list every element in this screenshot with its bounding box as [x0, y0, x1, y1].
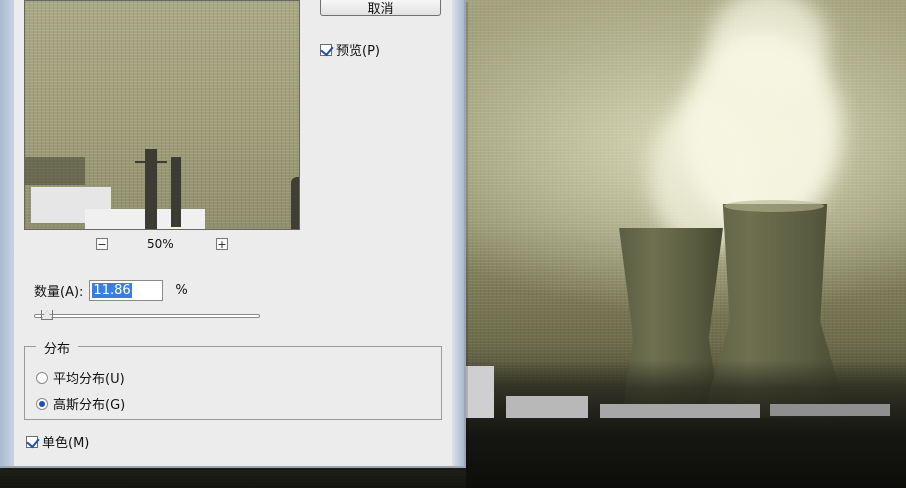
- amount-value: 11.86: [92, 283, 132, 298]
- radio-gaussian[interactable]: [36, 397, 48, 410]
- plus-icon: +: [216, 237, 228, 251]
- add-noise-dialog: − 50% + 取消 预览(P) 数量(A): 11.86 % 分布 平均分布(…: [0, 0, 466, 468]
- preview-building: [25, 157, 85, 185]
- radio-label: 平均分布(U): [53, 372, 125, 387]
- radio-label: 高斯分布(G): [53, 398, 126, 413]
- factory-building: [466, 366, 494, 418]
- industrial-foreground: [466, 360, 906, 488]
- monochrome-checkbox-row[interactable]: 单色(M): [26, 432, 89, 451]
- factory-building: [506, 396, 588, 418]
- preview-pylon: [171, 157, 181, 227]
- monochrome-checkbox[interactable]: [26, 434, 40, 448]
- preview-checkbox[interactable]: [320, 42, 334, 56]
- window-frame-right: [452, 0, 464, 466]
- amount-slider[interactable]: [34, 310, 260, 320]
- factory-building: [600, 404, 760, 418]
- preview-pylon: [135, 149, 167, 229]
- preview-checkbox-row[interactable]: 预览(P): [320, 40, 380, 59]
- minus-icon: −: [96, 237, 108, 251]
- slider-thumb[interactable]: [41, 310, 54, 320]
- amount-row: 数量(A): 11.86 %: [34, 280, 188, 301]
- preview-tower-edge: [291, 177, 299, 229]
- monochrome-label: 单色(M): [42, 436, 90, 451]
- radio-uniform[interactable]: [36, 371, 48, 384]
- amount-label: 数量(A):: [34, 285, 84, 300]
- zoom-out-button[interactable]: −: [96, 236, 108, 252]
- distribution-option-gaussian[interactable]: 高斯分布(G): [36, 394, 125, 413]
- distribution-option-uniform[interactable]: 平均分布(U): [36, 368, 125, 387]
- checkmark-icon: [26, 434, 40, 448]
- zoom-in-button[interactable]: +: [216, 236, 228, 252]
- preview-label: 预览(P): [336, 44, 380, 59]
- cancel-button[interactable]: 取消: [320, 0, 441, 16]
- checkmark-icon: [320, 42, 334, 56]
- slider-track[interactable]: [34, 314, 260, 318]
- distribution-title: 分布: [36, 338, 79, 357]
- amount-unit: %: [175, 283, 188, 298]
- window-frame-left: [0, 0, 14, 466]
- cooling-tower-rim: [724, 200, 824, 212]
- amount-input[interactable]: 11.86: [89, 280, 164, 301]
- filter-preview[interactable]: [24, 0, 300, 230]
- factory-building: [770, 404, 890, 416]
- zoom-level: 50%: [147, 237, 174, 251]
